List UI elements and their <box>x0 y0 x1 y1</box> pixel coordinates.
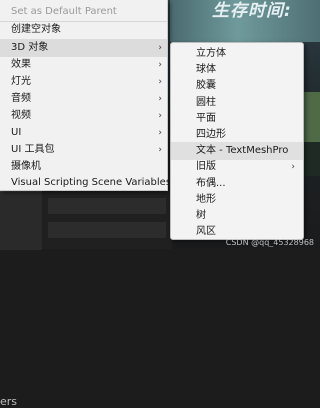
menu-item-create-empty[interactable]: 创建空对象 <box>0 21 167 39</box>
menu-item-label: 效果 <box>11 59 31 70</box>
menu-item-label: UI 工具包 <box>11 144 55 155</box>
bottom-panel-label: ers <box>0 395 18 408</box>
context-menu: Set as Default Parent 创建空对象 3D 对象 › 效果 ›… <box>0 0 171 192</box>
submenu-item-label: 风区 <box>196 226 216 238</box>
submenu-item-label: 胶囊 <box>196 80 216 92</box>
chevron-right-icon: › <box>158 145 162 155</box>
chevron-right-icon: › <box>158 43 162 53</box>
submenu-item-label: 地形 <box>196 193 216 205</box>
menu-item-effects[interactable]: 效果 › <box>0 56 167 74</box>
chevron-right-icon: › <box>158 77 162 87</box>
menu-item-label: 灯光 <box>11 76 31 87</box>
menu-item-label: 摄像机 <box>11 161 41 172</box>
menu-item-label: 视频 <box>11 110 31 121</box>
chevron-right-icon: › <box>158 111 162 121</box>
watermark-text: CSDN @qq_45328968 <box>225 238 314 247</box>
submenu-item-label: 树 <box>196 210 206 221</box>
menu-item-label: Visual Scripting Scene Variables <box>11 177 172 188</box>
bottom-panel-row <box>48 222 166 238</box>
menu-item-audio[interactable]: 音频 › <box>0 90 167 108</box>
chevron-right-icon: › <box>158 94 162 104</box>
menu-item-label: Set as Default Parent <box>11 6 117 17</box>
submenu-item-label: 文本 - TextMeshPro <box>196 145 289 157</box>
chevron-right-icon: › <box>158 128 162 138</box>
submenu-item-label: 旧版 <box>196 161 216 173</box>
menu-item-label: 创建空对象 <box>11 24 61 35</box>
chevron-right-icon: › <box>158 60 162 70</box>
submenu-item-label: 四边形 <box>196 129 226 140</box>
menu-item-label: 3D 对象 <box>11 42 49 53</box>
menu-item-label: 音频 <box>11 93 31 104</box>
submenu-item-label: 平面 <box>196 112 216 124</box>
scene-title-text: 生存时间: <box>212 1 292 21</box>
bottom-panel-tab[interactable]: ers <box>0 191 42 408</box>
submenu-item-label: 布偶... <box>196 177 226 189</box>
submenu-item-label: 球体 <box>196 64 216 76</box>
menu-item-video[interactable]: 视频 › <box>0 107 167 125</box>
bottom-panel-row <box>48 198 166 214</box>
menu-item-light[interactable]: 灯光 › <box>0 73 167 91</box>
submenu-item-label: 立方体 <box>196 48 226 59</box>
menu-item-ui[interactable]: UI › <box>0 124 167 142</box>
menu-item-label: UI <box>11 127 22 138</box>
menu-item-visual-scripting-scene-variables[interactable]: Visual Scripting Scene Variables <box>0 174 171 192</box>
menu-item-set-default-parent: Set as Default Parent <box>0 3 167 21</box>
submenu-item-label: 圆柱 <box>196 96 216 108</box>
submenu-3d-object: 立方体 球体 胶囊 圆柱 平面 四边形 文本 - TextMeshPro 旧版 … <box>170 42 304 240</box>
menu-item-ui-toolkit[interactable]: UI 工具包 › <box>0 141 167 159</box>
menu-item-3d-object[interactable]: 3D 对象 › <box>0 39 167 57</box>
